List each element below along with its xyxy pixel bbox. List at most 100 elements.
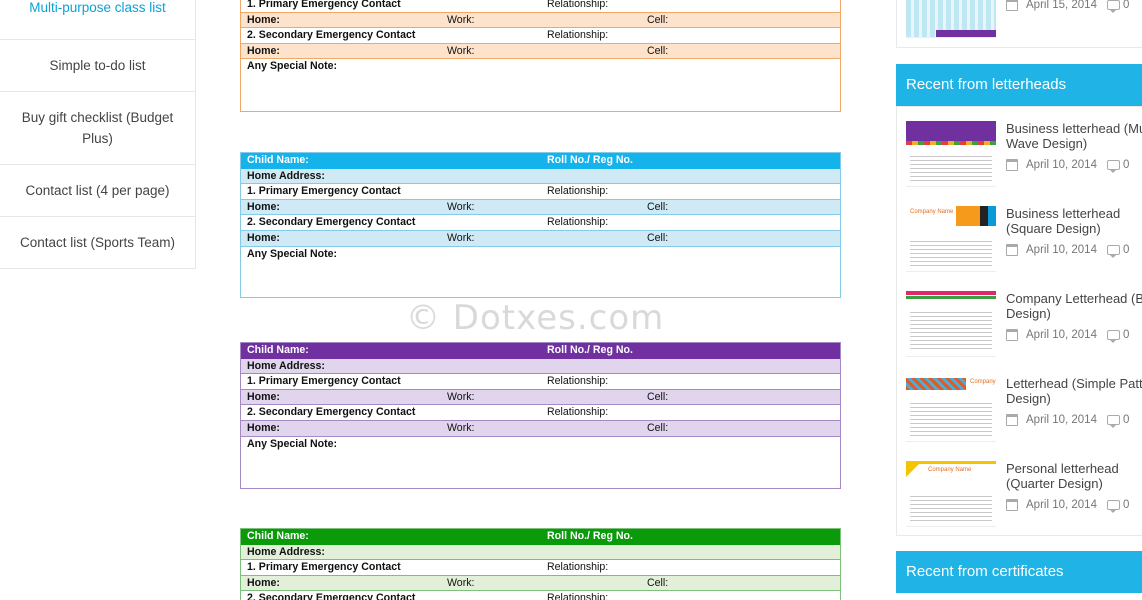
post-thumbnail-purple-wave[interactable]: [906, 121, 996, 187]
relationship-label: Relationship:: [547, 406, 609, 419]
calendar-icon: [1006, 499, 1018, 511]
post-item[interactable]: Business letterhead (Multi Wave Design) …: [906, 121, 1142, 191]
post-title[interactable]: Business letterhead (Multi Wave Design): [1006, 121, 1142, 151]
calendar-icon: [1006, 329, 1018, 341]
form-row-special-note: Any Special Note:: [241, 59, 840, 115]
comment-icon: [1106, 245, 1120, 258]
post-item[interactable]: Company Name Personal letterhead (Quarte…: [906, 461, 1142, 531]
calendar-icon: [1006, 159, 1018, 171]
cell-label: Cell:: [647, 44, 669, 57]
comment-icon: [1106, 0, 1120, 13]
post-meta: April 10, 2014 0: [1006, 244, 1130, 258]
relationship-label: Relationship:: [547, 185, 609, 198]
relationship-label: Relationship:: [547, 592, 609, 600]
cell-label: Cell:: [647, 231, 669, 244]
post-thumbnail-orange-squares[interactable]: Company Name: [906, 206, 996, 272]
post-date: April 10, 2014: [1026, 414, 1097, 426]
post-thumbnail-yellow-corner[interactable]: Company Name: [906, 461, 996, 527]
post-title[interactable]: Company Letterhead (Bars Design): [1006, 291, 1142, 321]
cell-label: Cell:: [647, 576, 669, 589]
calendar-icon: [1006, 414, 1018, 426]
home-address-label: Home Address:: [247, 359, 325, 372]
post-item[interactable]: Company Letterhead (Bars Design) April 1…: [906, 291, 1142, 361]
form-row-home-address: Home Address:: [241, 544, 840, 561]
post-title[interactable]: Letterhead (Simple Pattern Design): [1006, 376, 1142, 406]
form-row-secondary-phones: Home: Work: Cell:: [241, 230, 840, 247]
nav-item-multi-purpose-class-list[interactable]: Multi-purpose class list: [0, 0, 195, 40]
post-meta: April 10, 2014 0: [1006, 499, 1129, 513]
roll-no-label: Roll No./ Reg No.: [547, 154, 633, 166]
post-thumbnail-pattern-strip[interactable]: Company: [906, 376, 996, 442]
cell-label: Cell:: [647, 421, 669, 434]
roll-no-label: Roll No./ Reg No.: [547, 344, 633, 356]
form-header-row: Child Name: Roll No./ Reg No.: [241, 343, 840, 359]
primary-contact-label: 1. Primary Emergency Contact: [247, 185, 401, 198]
template-preview: 1. Primary Emergency Contact Relationship…: [240, 0, 842, 600]
left-sidebar-nav: Multi-purpose class list Simple to-do li…: [0, 0, 196, 269]
cell-label: Cell:: [647, 200, 669, 213]
nav-item-label: Contact list (4 per page): [25, 183, 170, 198]
form-row-primary-contact: 1. Primary Emergency Contact Relationship…: [241, 0, 840, 13]
home-label: Home:: [247, 576, 280, 589]
nav-item-buy-gift-checklist[interactable]: Buy gift checklist (Budget Plus): [0, 92, 195, 165]
home-address-label: Home Address:: [247, 169, 325, 182]
form-row-primary-phones: Home: Work: Cell:: [241, 575, 840, 592]
home-label: Home:: [247, 421, 280, 434]
nav-item-label: Contact list (Sports Team): [19, 235, 176, 250]
relationship-label: Relationship:: [547, 0, 609, 10]
child-name-label: Child Name:: [247, 154, 309, 166]
form-row-special-note: Any Special Note:: [241, 247, 840, 303]
work-label: Work:: [447, 44, 475, 57]
home-label: Home:: [247, 390, 280, 403]
secondary-contact-label: 2. Secondary Emergency Contact: [247, 592, 416, 600]
home-label: Home:: [247, 44, 280, 57]
post-item[interactable]: Company Letterhead (Simple Pattern Desig…: [906, 376, 1142, 446]
cell-label: Cell:: [647, 13, 669, 26]
post-title[interactable]: Business letterhead (Square Design): [1006, 206, 1142, 236]
child-name-label: Child Name:: [247, 530, 309, 542]
post-comment-count: 0: [1122, 329, 1130, 341]
post-previous[interactable]: April 15, 2014 0: [906, 0, 1142, 40]
post-thumbnail[interactable]: [906, 0, 996, 38]
form-row-secondary-contact: 2. Secondary Emergency Contact Relationsh…: [241, 28, 840, 44]
form-row-secondary-phones: Home: Work: Cell:: [241, 420, 840, 437]
post-item[interactable]: Company Name Business letterhead (Square…: [906, 206, 1142, 276]
secondary-contact-label: 2. Secondary Emergency Contact: [247, 29, 416, 42]
widget-title-letterheads: Recent from letterheads: [896, 64, 1142, 106]
post-date: April 10, 2014: [1026, 329, 1097, 341]
primary-contact-label: 1. Primary Emergency Contact: [247, 375, 401, 388]
form-header-row: Child Name: Roll No./ Reg No.: [241, 529, 840, 545]
comment-icon: [1106, 500, 1120, 513]
post-comment-count: 0: [1122, 244, 1130, 256]
post-date: April 10, 2014: [1026, 244, 1097, 256]
form-row-primary-contact: 1. Primary Emergency Contact Relationship…: [241, 560, 840, 576]
post-date: April 10, 2014: [1026, 499, 1097, 511]
calendar-icon: [1006, 0, 1018, 11]
form-row-primary-phones: Home: Work: Cell:: [241, 389, 840, 406]
home-address-label: Home Address:: [247, 545, 325, 558]
post-title[interactable]: Personal letterhead (Quarter Design): [1006, 461, 1142, 491]
emergency-contact-form-blue: Child Name: Roll No./ Reg No. Home Addres…: [240, 152, 841, 298]
nav-item-label: Multi-purpose class list: [29, 0, 166, 15]
home-label: Home:: [247, 231, 280, 244]
nav-item-contact-list-4-per-page[interactable]: Contact list (4 per page): [0, 165, 195, 217]
post-comment-count: 0: [1122, 159, 1130, 171]
form-row-secondary-contact: 2. Secondary Emergency Contact Relationsh…: [241, 405, 840, 421]
primary-contact-label: 1. Primary Emergency Contact: [247, 561, 401, 574]
form-row-secondary-contact: 2. Secondary Emergency Contact Relationsh…: [241, 591, 840, 600]
relationship-label: Relationship:: [547, 561, 609, 574]
relationship-label: Relationship:: [547, 375, 609, 388]
post-meta: April 15, 2014 0: [1006, 0, 1129, 13]
nav-item-simple-to-do-list[interactable]: Simple to-do list: [0, 40, 195, 92]
work-label: Work:: [447, 200, 475, 213]
emergency-contact-form-orange: 1. Primary Emergency Contact Relationship…: [240, 0, 841, 112]
post-meta: April 10, 2014 0: [1006, 329, 1130, 343]
form-row-home-address: Home Address:: [241, 168, 840, 185]
emergency-contact-form-green: Child Name: Roll No./ Reg No. Home Addres…: [240, 528, 841, 600]
post-thumbnail-pink-green-bars[interactable]: [906, 291, 996, 357]
roll-no-label: Roll No./ Reg No.: [547, 530, 633, 542]
nav-item-contact-list-sports-team[interactable]: Contact list (Sports Team): [0, 217, 195, 269]
work-label: Work:: [447, 576, 475, 589]
form-header-row: Child Name: Roll No./ Reg No.: [241, 153, 840, 169]
form-row-primary-contact: 1. Primary Emergency Contact Relationship…: [241, 374, 840, 390]
